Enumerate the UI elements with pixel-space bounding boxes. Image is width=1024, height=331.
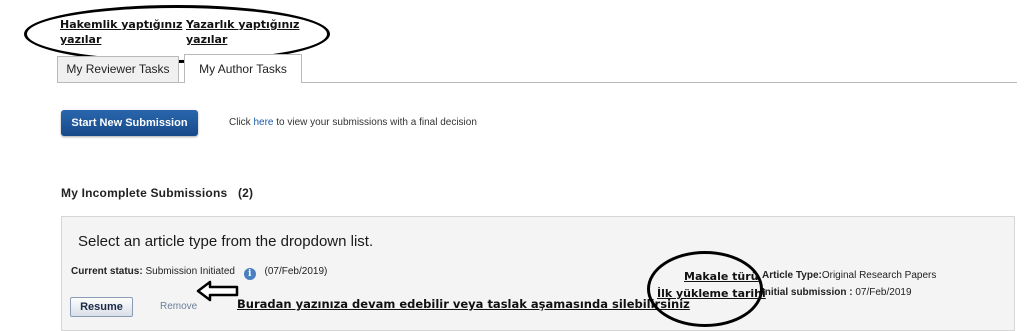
submission-status: Current status: Submission Initiated i (… (71, 266, 328, 280)
submission-title: Select an article type from the dropdown… (78, 233, 374, 250)
here-link[interactable]: here (253, 117, 273, 128)
incomplete-submissions-heading: My Incomplete Submissions (2) (61, 186, 254, 200)
tab-my-author-tasks[interactable]: My Author Tasks (184, 54, 302, 83)
final-decision-info: Click here to view your submissions with… (229, 117, 477, 128)
article-type-row: Article Type:Original Research Papers (762, 270, 937, 281)
left-arrow-icon (196, 280, 239, 302)
resume-button[interactable]: Resume (70, 297, 133, 317)
incomplete-count: (2) (237, 186, 254, 200)
remove-link[interactable]: Remove (160, 301, 197, 312)
info-icon[interactable]: i (243, 268, 256, 280)
tab-label: My Author Tasks (199, 62, 287, 76)
annotation-reviewer-note: Hakemlik yaptığınız yazılar (60, 18, 183, 46)
tab-my-reviewer-tasks[interactable]: My Reviewer Tasks (57, 56, 179, 82)
annotation-resume-note: Buradan yazınıza devam edebilir veya tas… (237, 297, 690, 311)
status-date: (07/Feb/2019) (264, 266, 328, 277)
initial-submission-row: Initial submission : 07/Feb/2019 (762, 287, 912, 298)
start-new-submission-button[interactable]: Start New Submission (61, 110, 198, 136)
annotation-initial-upload-note: İlk yükleme tarihi (657, 287, 766, 300)
tab-label: My Reviewer Tasks (66, 62, 170, 76)
annotation-article-type-note: Makale türü (684, 270, 759, 283)
annotation-author-note: Yazarlık yaptığınız yazılar (186, 18, 300, 46)
